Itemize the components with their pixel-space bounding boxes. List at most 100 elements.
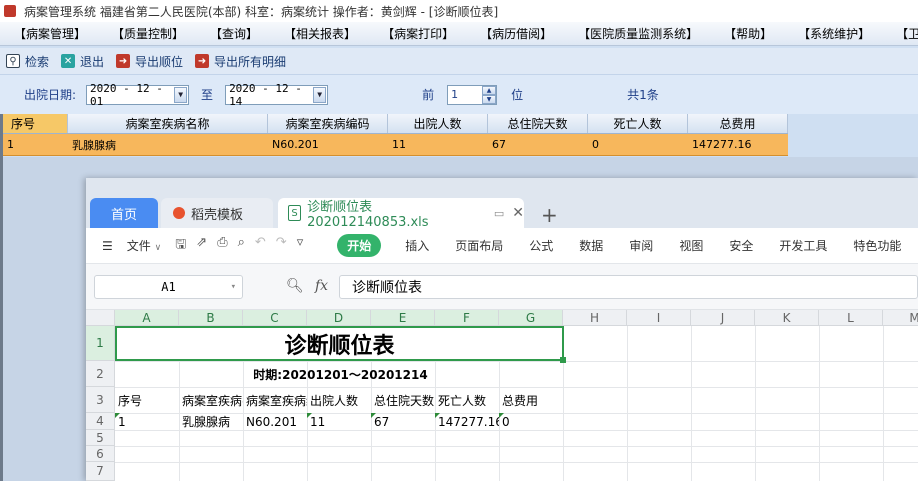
export-all-button[interactable]: ➜ 导出所有明细 bbox=[195, 53, 286, 70]
menu-quality-monitor[interactable]: 【医院质量监测系统】 bbox=[578, 25, 698, 42]
tab-view[interactable]: 视图 bbox=[679, 237, 703, 254]
tab-developer[interactable]: 开发工具 bbox=[779, 237, 827, 254]
column-header[interactable]: E bbox=[371, 310, 435, 326]
row-header[interactable]: 2 bbox=[86, 361, 115, 387]
sheet-data-cell[interactable]: 67 bbox=[371, 413, 435, 430]
name-box[interactable]: A1 ▾ bbox=[94, 275, 243, 299]
zoom-icon[interactable]: 🔍︎ bbox=[286, 278, 304, 294]
spreadsheet-grid[interactable]: A B C D E F G H I J K L M 1 2 3 4 5 6 7 bbox=[86, 310, 918, 481]
sheet-data-cell[interactable]: 11 bbox=[307, 413, 371, 430]
column-header[interactable]: I bbox=[627, 310, 691, 326]
tab-insert[interactable]: 插入 bbox=[405, 237, 429, 254]
file-menu-label: 文件 bbox=[126, 239, 151, 253]
export-rank-button[interactable]: ➜ 导出顺位 bbox=[116, 53, 183, 70]
sheet-header-cell[interactable]: 病案室疾病编码 bbox=[243, 387, 307, 413]
tab-features[interactable]: 特色功能 bbox=[853, 237, 901, 254]
tab-review[interactable]: 审阅 bbox=[629, 237, 653, 254]
sheet-header-cell[interactable]: 死亡人数 bbox=[435, 387, 499, 413]
export-pdf-icon[interactable]: ⇗ bbox=[196, 235, 207, 257]
column-header[interactable]: K bbox=[755, 310, 819, 326]
column-header[interactable]: B bbox=[179, 310, 243, 326]
period-cell[interactable]: 时期:20201201～20201214 bbox=[115, 361, 563, 387]
tab-data[interactable]: 数据 bbox=[579, 237, 603, 254]
tab-start[interactable]: 开始 bbox=[337, 234, 382, 257]
chevron-down-icon: ∨ bbox=[154, 243, 162, 253]
table-row[interactable]: 1 乳腺腺病 N60.201 11 67 0 147277.16 bbox=[3, 134, 788, 156]
date-to-picker[interactable]: 2020 - 12 - 14 ▼ bbox=[225, 82, 329, 108]
menu-reports[interactable]: 【相关报表】 bbox=[284, 25, 356, 42]
undo-icon[interactable]: ↶ bbox=[255, 235, 266, 257]
column-header[interactable]: M bbox=[883, 310, 918, 326]
column-header[interactable]: A bbox=[115, 310, 179, 326]
col-header-total-cost[interactable]: 总费用 bbox=[688, 114, 788, 133]
menu-health-stats[interactable]: 【卫统报表】 bbox=[896, 25, 918, 42]
col-header-disease-name[interactable]: 病案室疾病名称 bbox=[68, 114, 268, 133]
search-button[interactable]: ⚲ 检索 bbox=[6, 53, 49, 70]
menu-case-print[interactable]: 【病案打印】 bbox=[382, 25, 454, 42]
spin-down-icon[interactable]: ▼ bbox=[482, 94, 497, 104]
new-tab-button[interactable]: + bbox=[541, 200, 558, 230]
sheet-data-cell[interactable]: 147277.16 bbox=[435, 413, 499, 430]
sheet-header-cell[interactable]: 序号 bbox=[115, 387, 179, 413]
sheet-header-cell[interactable]: 总费用 bbox=[499, 387, 563, 413]
row-header[interactable]: 5 bbox=[86, 430, 115, 446]
tab-file[interactable]: S 诊断顺位表202012140853.xls ▭ ✕ bbox=[278, 198, 524, 230]
chevron-down-icon[interactable]: ▼ bbox=[313, 86, 327, 103]
column-header[interactable]: D bbox=[307, 310, 371, 326]
exit-button[interactable]: ✕ 退出 bbox=[61, 53, 104, 70]
row-header[interactable]: 7 bbox=[86, 462, 115, 481]
window-restore-icon[interactable]: ▭ bbox=[494, 207, 504, 220]
sheet-data-cell[interactable]: 1 bbox=[115, 413, 179, 430]
col-header-deaths[interactable]: 死亡人数 bbox=[588, 114, 688, 133]
sheet-data-cell[interactable]: 0 bbox=[499, 413, 563, 430]
row-header[interactable]: 6 bbox=[86, 446, 115, 462]
row-header[interactable]: 1 bbox=[86, 326, 115, 361]
file-menu[interactable]: 文件 ∨ bbox=[127, 237, 161, 254]
col-header-disease-code[interactable]: 病案室疾病编码 bbox=[268, 114, 388, 133]
tab-formulas[interactable]: 公式 bbox=[529, 237, 553, 254]
close-icon[interactable]: ✕ bbox=[512, 205, 524, 221]
save-icon[interactable]: 🖫 bbox=[175, 235, 186, 257]
column-header[interactable]: C bbox=[243, 310, 307, 326]
redo-icon[interactable]: ↷ bbox=[276, 235, 287, 257]
sheet-data-cell[interactable]: N60.201 bbox=[243, 413, 307, 430]
formula-input[interactable]: 诊断顺位表 bbox=[339, 275, 918, 299]
col-header-discharges[interactable]: 出院人数 bbox=[388, 114, 488, 133]
column-header[interactable]: L bbox=[819, 310, 883, 326]
menu-query[interactable]: 【查询】 bbox=[210, 25, 258, 42]
sheet-title-cell[interactable]: 诊断顺位表 bbox=[115, 326, 564, 361]
sheet-header-cell[interactable]: 总住院天数 bbox=[371, 387, 435, 413]
menu-help[interactable]: 【帮助】 bbox=[724, 25, 772, 42]
row-header[interactable]: 3 bbox=[86, 387, 115, 413]
sheet-header-cell[interactable]: 出院人数 bbox=[307, 387, 371, 413]
column-header[interactable]: F bbox=[435, 310, 499, 326]
chevron-down-icon[interactable]: ▾ bbox=[231, 282, 236, 292]
hamburger-icon[interactable]: ☰ bbox=[102, 239, 113, 253]
menu-system-maintenance[interactable]: 【系统维护】 bbox=[798, 25, 870, 42]
row-header[interactable]: 4 bbox=[86, 413, 115, 430]
menu-case-management[interactable]: 【病案管理】 bbox=[14, 25, 86, 42]
tab-home[interactable]: 首页 bbox=[90, 198, 158, 228]
fx-icon[interactable]: fx bbox=[315, 278, 328, 294]
tab-security[interactable]: 安全 bbox=[729, 237, 753, 254]
print-preview-icon[interactable]: ⌕ bbox=[238, 235, 245, 257]
column-header[interactable]: G bbox=[499, 310, 563, 326]
col-header-total-days[interactable]: 总住院天数 bbox=[488, 114, 588, 133]
menu-record-borrow[interactable]: 【病历借阅】 bbox=[480, 25, 552, 42]
tab-page-layout[interactable]: 页面布局 bbox=[455, 237, 503, 254]
top-count-spinner[interactable]: 1 ▲ ▼ bbox=[447, 84, 498, 105]
spin-up-icon[interactable]: ▲ bbox=[482, 85, 497, 95]
menu-quality-control[interactable]: 【质量控制】 bbox=[112, 25, 184, 42]
tab-template[interactable]: 稻壳模板 bbox=[161, 198, 273, 228]
more-icon[interactable]: ▿ bbox=[297, 235, 304, 257]
select-all-corner[interactable] bbox=[86, 310, 115, 326]
column-header[interactable]: H bbox=[563, 310, 627, 326]
date-from-picker[interactable]: 2020 - 12 - 01 ▼ bbox=[86, 82, 190, 108]
col-header-index[interactable]: 序号 bbox=[3, 114, 68, 133]
column-header[interactable]: J bbox=[691, 310, 755, 326]
sheet-data-cell[interactable]: 乳腺腺病 bbox=[179, 413, 243, 430]
spinner-buttons[interactable]: ▲ ▼ bbox=[482, 85, 497, 104]
chevron-down-icon[interactable]: ▼ bbox=[174, 86, 188, 103]
print-icon[interactable]: ⎙ bbox=[217, 235, 227, 257]
sheet-header-cell[interactable]: 病案室疾病名称 bbox=[179, 387, 243, 413]
